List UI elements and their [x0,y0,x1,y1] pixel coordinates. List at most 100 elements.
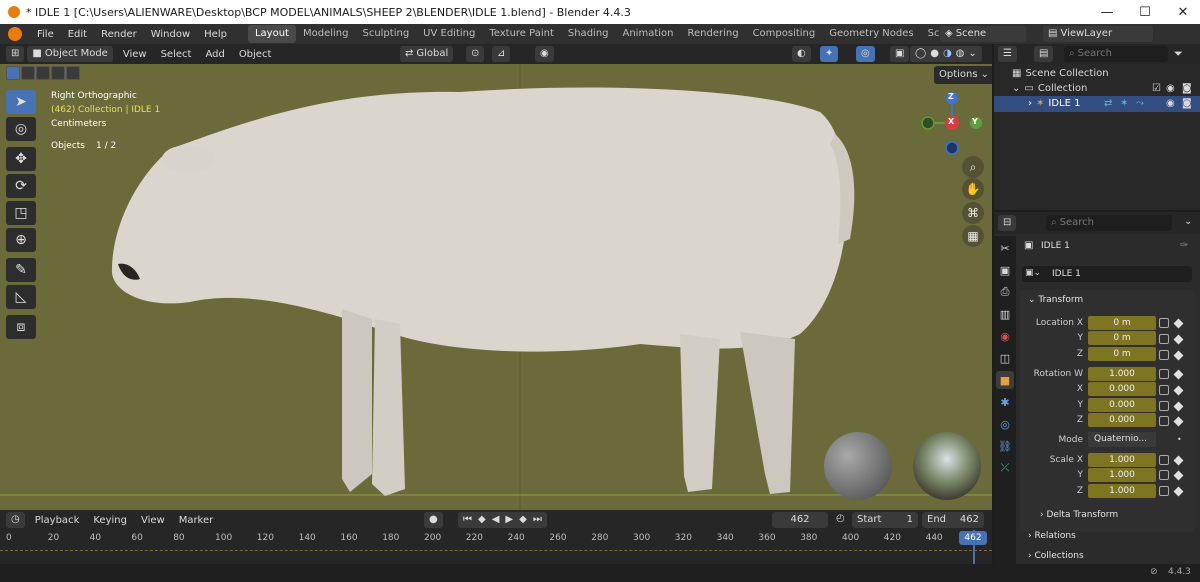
pose-icon[interactable]: ✶ [1120,98,1128,109]
location-y-field[interactable]: 0 m [1088,331,1156,345]
material-shading-icon[interactable]: ◑ [943,46,952,62]
scale-tool[interactable]: ◳ [6,201,36,225]
3d-viewport[interactable]: Z X Y Right Orthographic (462) Collectio… [0,64,992,510]
collection-render-icon[interactable]: ◙ [1182,83,1192,94]
tab-animation[interactable]: Animation [616,25,681,43]
current-frame-field[interactable]: 462 [772,512,828,528]
mode-selector[interactable]: ■ Object Mode [27,46,113,62]
prev-keyframe-icon[interactable]: ◆ [478,512,486,528]
rotation-y-field[interactable]: 0.000 [1088,398,1156,412]
menu-render[interactable]: Render [94,29,144,40]
rotation-z-field[interactable]: 0.000 [1088,413,1156,427]
pivot-button[interactable]: ⊙ [466,46,485,62]
pin-icon[interactable]: ✑ [1180,240,1188,251]
lock-icon[interactable] [1159,416,1169,426]
shading-options-icon[interactable]: ⌄ [968,46,976,62]
tab-rendering[interactable]: Rendering [680,25,745,43]
auto-key-button[interactable]: ● [424,512,443,528]
modifiers-tab-icon[interactable]: ✱ [996,393,1014,411]
lock-icon[interactable] [1159,350,1169,360]
rotation-mode-select[interactable]: Quaternio... [1088,432,1156,447]
play-icon[interactable]: ▶ [505,512,513,528]
object-tab-icon[interactable]: ■ [996,371,1014,389]
chevron-down-icon[interactable]: ⌄ [1184,216,1192,227]
filter-icon[interactable]: ⏷ [1174,47,1183,61]
menu-playback[interactable]: Playback [28,515,87,526]
menu-view[interactable]: View [116,49,154,60]
scale-z-field[interactable]: 1.000 [1088,484,1156,498]
frame-ruler[interactable]: 0 20 40 60 80 100 120 140 160 180 200 220 240 260 280 3… [0,530,992,546]
pan-hand-icon[interactable]: ✋ [962,178,984,200]
close-button[interactable]: ✕ [1160,0,1200,24]
scene-selector[interactable]: ◈ Scene [940,26,1026,42]
snap-button[interactable]: ⊿ [492,46,511,62]
relations-header[interactable]: › Relations [1028,531,1076,541]
gizmo-neg-z-axis[interactable] [945,141,959,155]
cursor-tool[interactable]: ◎ [6,117,36,141]
world-tab-icon[interactable]: ◫ [996,349,1014,367]
select-invert-icon[interactable] [51,66,65,80]
wireframe-shading-icon[interactable]: ◯ [915,46,926,62]
menu-add[interactable]: Add [198,49,231,60]
lock-icon[interactable] [1159,318,1169,328]
jump-end-icon[interactable]: ⏭ [533,512,542,528]
properties-search-input[interactable]: ⌕ Search [1046,215,1172,231]
collection-visibility-icon[interactable]: ◉ [1166,83,1175,94]
lock-icon[interactable] [1159,455,1169,465]
proportional-edit-button[interactable]: ◉ [535,46,554,62]
outliner-editor-type-button[interactable]: ☰ [998,46,1017,62]
transform-header[interactable]: ⌄ Transform [1028,295,1083,305]
view-layer-tab-icon[interactable]: ▥ [996,305,1014,323]
select-extend-icon[interactable] [21,66,35,80]
camera-view-icon[interactable]: ⌘ [962,202,984,224]
tab-sculpting[interactable]: Sculpting [355,25,416,43]
lock-icon[interactable] [1159,470,1169,480]
properties-editor-type-button[interactable]: ⊟ [998,215,1017,231]
orientation-selector[interactable]: ⇄ Global [400,46,454,62]
sheep-model[interactable] [111,87,855,496]
object-name-field[interactable] [1022,266,1192,282]
menu-timeline-view[interactable]: View [134,515,172,526]
tool-tab-icon[interactable]: ✂ [996,239,1014,257]
rotate-tool[interactable]: ⟳ [6,174,36,198]
editor-type-button[interactable]: ⊞ [6,46,25,62]
tab-uv-editing[interactable]: UV Editing [416,25,482,43]
delta-transform-header[interactable]: › Delta Transform [1040,510,1118,520]
action-icon[interactable]: ⤳ [1136,98,1144,109]
view-layer-selector[interactable]: ▤ ViewLayer [1043,26,1153,42]
collection-checkbox-icon[interactable]: ☑ [1152,83,1161,94]
stopwatch-icon[interactable]: ◴ [836,513,845,524]
measure-tool[interactable]: ◺ [6,285,36,309]
object-visibility-icon[interactable]: ◉ [1166,98,1175,109]
next-keyframe-icon[interactable]: ◆ [519,512,527,528]
render-tab-icon[interactable]: ▣ [996,261,1014,279]
physics-tab-icon[interactable]: ◎ [996,415,1014,433]
end-frame-field[interactable]: End 462 [922,512,984,528]
timeline-editor-type-button[interactable]: ◷ [6,512,25,528]
object-render-icon[interactable]: ◙ [1182,98,1192,109]
collections-header[interactable]: › Collections [1028,551,1084,561]
location-z-field[interactable]: 0 m [1088,347,1156,361]
scene-tab-icon[interactable]: ◉ [996,327,1014,345]
menu-marker[interactable]: Marker [172,515,221,526]
rotation-x-field[interactable]: 0.000 [1088,382,1156,396]
data-tab-icon[interactable]: ⤫ [996,459,1014,477]
play-reverse-icon[interactable]: ◀ [492,512,500,528]
playhead-frame-label[interactable]: 462 [959,531,987,545]
visibility-button[interactable]: ◐ [792,46,811,62]
tab-shading[interactable]: Shading [561,25,616,43]
menu-help[interactable]: Help [197,29,234,40]
location-x-field[interactable]: 0 m [1088,316,1156,330]
tab-compositing[interactable]: Compositing [746,25,823,43]
transform-tool[interactable]: ⊕ [6,228,36,252]
annotate-tool[interactable]: ✎ [6,258,36,282]
lock-icon[interactable] [1159,334,1169,344]
select-box-tool[interactable]: ➤ [6,90,36,114]
gizmo-neg-y-axis[interactable] [921,116,935,130]
rendered-shading-icon[interactable]: ◍ [956,46,965,62]
blender-menu-icon[interactable] [8,27,22,41]
menu-keying[interactable]: Keying [86,515,134,526]
add-cube-tool[interactable]: ⧈ [6,315,36,339]
lock-icon[interactable] [1159,401,1169,411]
lock-icon[interactable] [1159,385,1169,395]
